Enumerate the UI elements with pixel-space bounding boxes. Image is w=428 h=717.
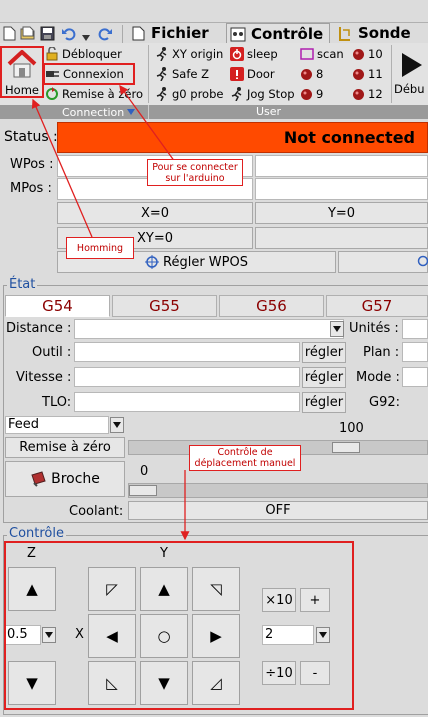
annotation-jog: Contrôle de déplacement manuel (189, 445, 301, 471)
arrow-homing (31, 98, 93, 238)
annotation-connect: Pour se connecter sur l'arduino (147, 159, 243, 186)
annotation-arrows (31, 84, 190, 541)
arrow-connect (119, 84, 176, 163)
annotation-homing: Homming (66, 237, 134, 259)
